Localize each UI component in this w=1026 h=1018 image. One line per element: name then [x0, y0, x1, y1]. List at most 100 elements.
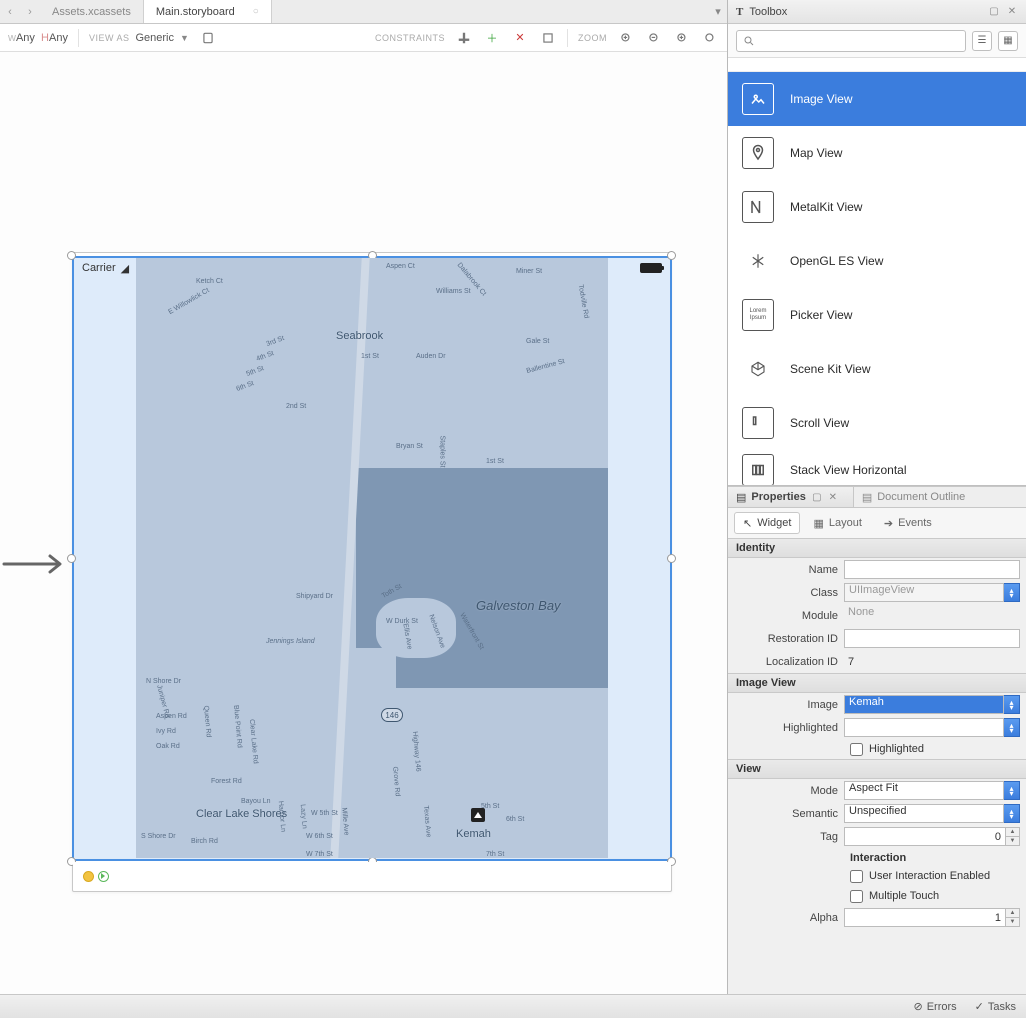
- toolbox-item-scroll[interactable]: Scroll View: [728, 396, 1026, 450]
- toolbox-item-stack-h[interactable]: Stack View Horizontal: [728, 450, 1026, 486]
- chevron-updown-icon[interactable]: ▴▾: [1004, 781, 1020, 800]
- toolbox-item-label: OpenGL ES View: [790, 254, 883, 268]
- toolbox-search-input[interactable]: [736, 30, 966, 52]
- chevron-updown-icon[interactable]: ▴▾: [1004, 695, 1020, 714]
- tab-label: Main.storyboard: [156, 6, 235, 18]
- status-bar: ⊘Errors ✓Tasks: [0, 994, 1026, 1018]
- toolbox-item-picker[interactable]: LoremIpsum Picker View: [728, 288, 1026, 342]
- layout-icon: ▦: [813, 517, 823, 530]
- error-icon: ⊘: [913, 1000, 922, 1013]
- toolbox-item-label: Scene Kit View: [790, 362, 871, 376]
- carrier-label: Carrier: [82, 262, 116, 274]
- tag-stepper[interactable]: ▲▼: [1006, 827, 1020, 846]
- chevron-down-icon: ▼: [180, 33, 189, 43]
- widget-tab[interactable]: ↖Widget: [734, 512, 800, 534]
- map-bay-label: Galveston Bay: [476, 598, 561, 613]
- map-city-seabrook: Seabrook: [336, 330, 383, 342]
- map-image: Galveston Bay Seabrook Clear Lake Shores…: [136, 258, 608, 858]
- semantic-combo[interactable]: Unspecified: [844, 804, 1004, 823]
- toolbox-item-label: Map View: [790, 146, 842, 160]
- constraints-frame-icon[interactable]: [539, 29, 557, 47]
- close-icon[interactable]: ✕: [827, 491, 839, 503]
- resize-handle[interactable]: [67, 554, 76, 563]
- size-class-control[interactable]: wAny HAny: [8, 32, 68, 44]
- image-combo[interactable]: Kemah: [844, 695, 1004, 714]
- chevron-updown-icon[interactable]: ▴▾: [1004, 718, 1020, 737]
- tasks-button[interactable]: ✓Tasks: [975, 1000, 1016, 1013]
- constraints-pin-icon[interactable]: [455, 29, 473, 47]
- tabs-overflow[interactable]: ▾: [709, 0, 727, 23]
- cursor-icon: ↖: [743, 517, 752, 530]
- toolbox-search-row: ☰ ▦: [728, 24, 1026, 58]
- events-tab[interactable]: ➔Events: [875, 512, 941, 534]
- opengl-icon: [742, 245, 774, 277]
- scroll-icon: [742, 407, 774, 439]
- scene-dock[interactable]: [73, 862, 671, 890]
- tab-storyboard[interactable]: Main.storyboard ○: [144, 0, 272, 23]
- check-icon: ✓: [975, 1000, 984, 1013]
- nav-forward[interactable]: ›: [20, 0, 40, 23]
- alpha-stepper[interactable]: ▲▼: [1006, 908, 1020, 927]
- right-sidebar: T Toolbox ▢ ✕ ☰ ▦ Image View: [728, 0, 1026, 994]
- highlighted-checkbox[interactable]: [850, 743, 863, 756]
- restoration-input[interactable]: [844, 629, 1020, 648]
- outline-icon: ▤: [862, 491, 872, 504]
- zoom-in-icon[interactable]: [673, 29, 691, 47]
- tab-label: Assets.xcassets: [52, 6, 131, 18]
- toolbox-item-label: Stack View Horizontal: [790, 463, 907, 477]
- detach-icon[interactable]: ▢: [811, 491, 823, 503]
- properties-tab[interactable]: ▤Properties ▢✕: [728, 487, 853, 507]
- highlighted-combo[interactable]: [844, 718, 1004, 737]
- document-outline-tab[interactable]: ▤Document Outline: [853, 487, 1026, 507]
- zoom-actual-icon[interactable]: [701, 29, 719, 47]
- chevron-updown-icon[interactable]: ▴▾: [1004, 583, 1020, 602]
- class-combo[interactable]: UIImageView: [844, 583, 1004, 602]
- constraints-add-icon[interactable]: ＋: [483, 29, 501, 47]
- toolbox-item-image-view[interactable]: Image View: [728, 72, 1026, 126]
- storyboard-canvas[interactable]: Galveston Bay Seabrook Clear Lake Shores…: [0, 52, 727, 994]
- close-icon[interactable]: ✕: [1006, 6, 1018, 18]
- storyboard-toolbar: wAny HAny VIEW AS Generic ▼ CONSTRAINTS …: [0, 24, 727, 52]
- view-as-dropdown[interactable]: VIEW AS Generic ▼: [89, 32, 189, 44]
- properties-header: ▤Properties ▢✕ ▤Document Outline: [728, 486, 1026, 508]
- section-identity: Identity: [728, 538, 1026, 558]
- wifi-icon: ◢: [121, 262, 129, 275]
- errors-button[interactable]: ⊘Errors: [913, 1000, 956, 1013]
- detach-icon[interactable]: ▢: [988, 6, 1000, 18]
- trait-toggle[interactable]: [199, 29, 217, 47]
- constraints-remove-icon[interactable]: ✕: [511, 29, 529, 47]
- layout-tab[interactable]: ▦Layout: [804, 512, 870, 534]
- name-input[interactable]: [844, 560, 1020, 579]
- document-tabs: ‹ › Assets.xcassets Main.storyboard ○ ▾: [0, 0, 727, 24]
- zoom-fit-icon[interactable]: [617, 29, 635, 47]
- toolbox-title: Toolbox: [749, 6, 787, 18]
- close-icon[interactable]: ○: [253, 6, 259, 17]
- zoom-out-icon[interactable]: [645, 29, 663, 47]
- map-marker-icon: [471, 808, 485, 822]
- mode-combo[interactable]: Aspect Fit: [844, 781, 1004, 800]
- toolbox-item-map-view[interactable]: Map View: [728, 126, 1026, 180]
- uie-checkbox[interactable]: [850, 870, 863, 883]
- device-status-bar: Carrier ◢: [74, 258, 670, 278]
- entry-arrow-icon: [2, 552, 68, 576]
- map-city-cls: Clear Lake Shores: [196, 808, 287, 820]
- multitouch-checkbox[interactable]: [850, 890, 863, 903]
- toolbox-item-opengl[interactable]: OpenGL ES View: [728, 234, 1026, 288]
- nav-back[interactable]: ‹: [0, 0, 20, 23]
- tag-input[interactable]: [844, 827, 1006, 846]
- toolbox-item-metalkit[interactable]: MetalKit View: [728, 180, 1026, 234]
- picker-icon: LoremIpsum: [742, 299, 774, 331]
- tab-assets[interactable]: Assets.xcassets: [40, 0, 144, 23]
- chevron-updown-icon[interactable]: ▴▾: [1004, 804, 1020, 823]
- toolbox-item-scenekit[interactable]: Scene Kit View: [728, 342, 1026, 396]
- list-view-toggle[interactable]: ☰: [972, 31, 992, 51]
- resize-handle[interactable]: [667, 554, 676, 563]
- grid-view-toggle[interactable]: ▦: [998, 31, 1018, 51]
- alpha-input[interactable]: [844, 908, 1006, 927]
- toolbox-list[interactable]: Image View Map View MetalKit View OpenGL…: [728, 58, 1026, 486]
- properties-body[interactable]: Identity Name ClassUIImageView▴▾ ModuleN…: [728, 538, 1026, 994]
- exit-icon[interactable]: [98, 871, 109, 882]
- toolbox-item-label: Picker View: [790, 308, 852, 322]
- interaction-heading: Interaction: [728, 848, 1026, 866]
- first-responder-icon[interactable]: [83, 871, 94, 882]
